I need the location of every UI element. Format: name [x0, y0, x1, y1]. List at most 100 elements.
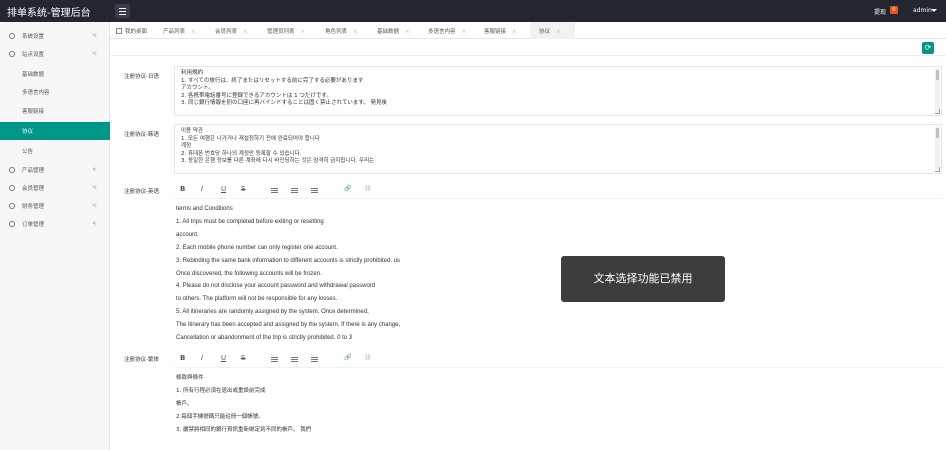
- chevron-left-icon: <: [92, 166, 98, 173]
- editor-body[interactable]: terms and Conditions 1. All trips must b…: [174, 199, 942, 349]
- text-line: 3. 동일한 은행 정보를 다른 계좌에 다시 바인딩하는 것은 엄격히 금지됩…: [181, 158, 375, 165]
- close-icon[interactable]: ×: [462, 29, 467, 35]
- bold-button[interactable]: B: [180, 185, 185, 193]
- withdraw-notice[interactable]: 提现: [874, 7, 886, 16]
- editor-body[interactable]: 條款與條件 1. 所有行程必須在退出或重設前完成 帳戶。 2.每個手機號碼只能註…: [174, 368, 942, 441]
- sidebar-item-label: 公告: [22, 149, 34, 155]
- tab-label: 会员列表: [215, 29, 238, 35]
- chevron-left-icon: <: [92, 220, 98, 227]
- agreement-en-editor[interactable]: B I U S 🔗 ⛓ terms and Conditions 1. All …: [174, 181, 942, 351]
- text-line: 5. All itineraries are randomly assigned…: [176, 309, 369, 316]
- align-center-icon[interactable]: [291, 357, 298, 362]
- close-icon[interactable]: ×: [191, 29, 196, 35]
- align-right-icon[interactable]: [311, 357, 318, 362]
- sidebar-item-service-link[interactable]: 客服链接: [0, 102, 110, 120]
- chevron-down-icon[interactable]: [931, 9, 937, 12]
- align-right-icon[interactable]: [311, 188, 318, 193]
- scrollbar[interactable]: [935, 68, 940, 112]
- align-left-icon[interactable]: [271, 357, 278, 362]
- sidebar-item-site[interactable]: 站点设置 <: [0, 45, 110, 63]
- tab-label: 我的桌面: [125, 29, 148, 35]
- agreement-tw-editor[interactable]: B I U S 🔗 ⛓ 條款與條件 1. 所有行程必須在退出或重設前完成 帳戶。…: [174, 350, 942, 450]
- settings-icon: [9, 51, 15, 57]
- sidebar: 系统设置 < 站点设置 < 基础数据 多语言内容 客服链接 协议 公告 产品管理…: [0, 22, 110, 450]
- tab-label: 管理员列表: [267, 29, 295, 35]
- tab-bar: 我的桌面 产品列表 × 会员列表 × 管理员列表 × 角色列表 × 基础数据 × 多语言内…: [110, 22, 946, 39]
- field-label-tw: 注册协议-繁体: [124, 357, 159, 363]
- sidebar-item-agreement[interactable]: 协议: [0, 122, 110, 140]
- resize-handle[interactable]: [935, 109, 940, 114]
- tab-products[interactable]: 产品列表 ×: [163, 22, 196, 39]
- strikethrough-button[interactable]: S: [241, 185, 245, 193]
- strikethrough-button[interactable]: S: [241, 354, 245, 362]
- italic-button[interactable]: I: [201, 354, 203, 362]
- sidebar-item-label: 订单管理: [22, 222, 45, 228]
- tab-basic-data[interactable]: 基础数据 ×: [377, 22, 410, 39]
- bold-button[interactable]: B: [180, 354, 185, 362]
- text-line: 2. Each mobile phone number can only reg…: [176, 244, 338, 251]
- agreement-jp-textarea[interactable]: 利用規約 1. すべての旅行は、終了またはリセットする前に完了する必要があります…: [174, 66, 942, 116]
- tab-multilang[interactable]: 多语言内容 ×: [428, 22, 466, 39]
- close-icon[interactable]: ×: [405, 29, 410, 35]
- underline-button[interactable]: U: [221, 354, 226, 362]
- sidebar-item-members[interactable]: 会员管理 <: [0, 179, 110, 197]
- close-icon[interactable]: ×: [556, 29, 561, 35]
- text-line: 3. 嚴禁將相同的銀行資訊重新綁定到不同的帳戶。 我們: [176, 426, 312, 433]
- toast-message: 文本选择功能已禁用: [561, 256, 725, 302]
- close-icon[interactable]: ×: [353, 29, 358, 35]
- sidebar-item-label: 客服链接: [22, 109, 45, 115]
- link-icon[interactable]: 🔗: [344, 354, 351, 361]
- sidebar-item-label: 产品管理: [22, 168, 45, 174]
- home-icon: [116, 28, 122, 34]
- close-icon[interactable]: ×: [243, 29, 248, 35]
- field-label-kr: 注册协议-韩语: [124, 132, 159, 138]
- tab-roles[interactable]: 角色列表 ×: [325, 22, 358, 39]
- agreement-kr-textarea[interactable]: 이용 약관 1. 모든 여행은 나가거나 재설정하기 전에 완료되어야 합니다 …: [174, 124, 942, 174]
- unlink-icon[interactable]: ⛓: [364, 354, 372, 361]
- tab-desktop[interactable]: 我的桌面: [116, 22, 147, 39]
- menu-toggle-button[interactable]: [115, 4, 130, 18]
- field-label-jp: 注册协议-日语: [124, 74, 159, 80]
- editor-toolbar: B I U S 🔗 ⛓: [174, 350, 942, 368]
- sidebar-item-products[interactable]: 产品管理 <: [0, 161, 110, 179]
- user-menu[interactable]: admin: [913, 7, 932, 14]
- sidebar-item-multilang[interactable]: 多语言内容: [0, 83, 110, 101]
- text-line: 4. Please do not disclose your account p…: [176, 283, 376, 290]
- text-line: 2.每個手機號碼只能註冊一個帳號。: [176, 413, 264, 420]
- text-line: The itinerary has been accepted and assi…: [176, 322, 401, 329]
- sidebar-item-label: 基础数据: [22, 72, 45, 78]
- sidebar-item-label: 会员管理: [22, 186, 45, 192]
- sidebar-item-label: 站点设置: [22, 52, 45, 58]
- link-icon[interactable]: 🔗: [344, 185, 351, 192]
- align-left-icon[interactable]: [271, 188, 278, 193]
- close-icon[interactable]: ×: [301, 29, 306, 35]
- text-line: 3. 同じ銀行情報を別の口座に再バインドすることは固く禁止されています。 発見後: [181, 100, 388, 107]
- tab-label: 产品列表: [163, 29, 186, 35]
- tab-admins[interactable]: 管理员列表 ×: [267, 22, 305, 39]
- sidebar-item-orders[interactable]: 订单管理 <: [0, 215, 110, 233]
- underline-button[interactable]: U: [221, 185, 226, 193]
- gear-icon: [9, 33, 15, 39]
- editor-toolbar: B I U S 🔗 ⛓: [174, 181, 942, 199]
- sidebar-item-finance[interactable]: 财务管理 <: [0, 197, 110, 215]
- resize-handle[interactable]: [935, 167, 940, 172]
- text-line: to others. The platform will not be resp…: [176, 296, 338, 303]
- text-line: Cancellation or abandonment of the trip …: [176, 335, 353, 342]
- italic-button[interactable]: I: [201, 185, 203, 193]
- sidebar-item-label: 系统设置: [22, 34, 45, 40]
- tab-agreement[interactable]: 协议 ×: [530, 22, 575, 39]
- user-icon: [9, 185, 15, 191]
- refresh-button[interactable]: ⟳: [922, 42, 934, 54]
- money-icon: [9, 203, 15, 209]
- top-header: 排单系统-管理后台 提现 0 admin: [0, 0, 946, 22]
- sidebar-item-system[interactable]: 系统设置 <: [0, 27, 110, 45]
- sidebar-item-basic-data[interactable]: 基础数据: [0, 65, 110, 83]
- sidebar-item-notice[interactable]: 公告: [0, 142, 110, 160]
- unlink-icon[interactable]: ⛓: [364, 185, 372, 192]
- tab-members[interactable]: 会员列表 ×: [215, 22, 248, 39]
- align-center-icon[interactable]: [291, 188, 298, 193]
- scrollbar[interactable]: [935, 126, 940, 170]
- order-icon: [9, 221, 15, 227]
- close-icon[interactable]: ×: [512, 29, 517, 35]
- tab-service-link[interactable]: 客服链接 ×: [484, 22, 517, 39]
